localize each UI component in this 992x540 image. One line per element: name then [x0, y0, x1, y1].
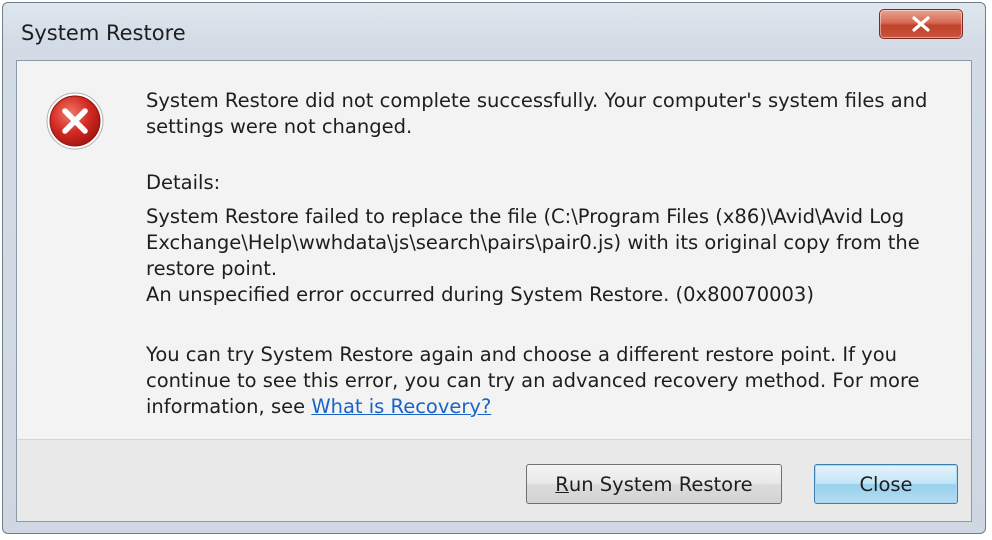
close-icon: [911, 16, 931, 32]
what-is-recovery-link[interactable]: What is Recovery?: [311, 395, 491, 418]
details-label: Details:: [146, 171, 221, 194]
advice-message: You can try System Restore again and cho…: [146, 343, 920, 418]
details-body: System Restore failed to replace the fil…: [146, 204, 941, 308]
button-bar: Run System Restore Close: [17, 439, 971, 521]
close-button-label: Close: [859, 472, 913, 496]
main-message: System Restore did not complete successf…: [146, 89, 928, 138]
details-line-error: An unspecified error occurred during Sys…: [146, 283, 814, 306]
details-line-file: System Restore failed to replace the fil…: [146, 205, 920, 280]
run-system-restore-button[interactable]: Run System Restore: [526, 464, 782, 504]
error-x-icon: [45, 91, 105, 151]
dialog-client-area: System Restore did not complete successf…: [16, 60, 972, 522]
message-area: System Restore did not complete successf…: [17, 61, 971, 439]
title-bar[interactable]: System Restore: [3, 3, 985, 61]
window-title: System Restore: [21, 21, 186, 45]
dialog-window: System Restore System Restore did not co…: [2, 2, 986, 534]
run-button-mnemonic: R: [555, 472, 569, 496]
run-button-label: un System Restore: [568, 472, 753, 496]
advice-text: You can try System Restore again and cho…: [146, 342, 941, 420]
window-close-button[interactable]: [879, 9, 963, 39]
close-button[interactable]: Close: [814, 464, 958, 504]
